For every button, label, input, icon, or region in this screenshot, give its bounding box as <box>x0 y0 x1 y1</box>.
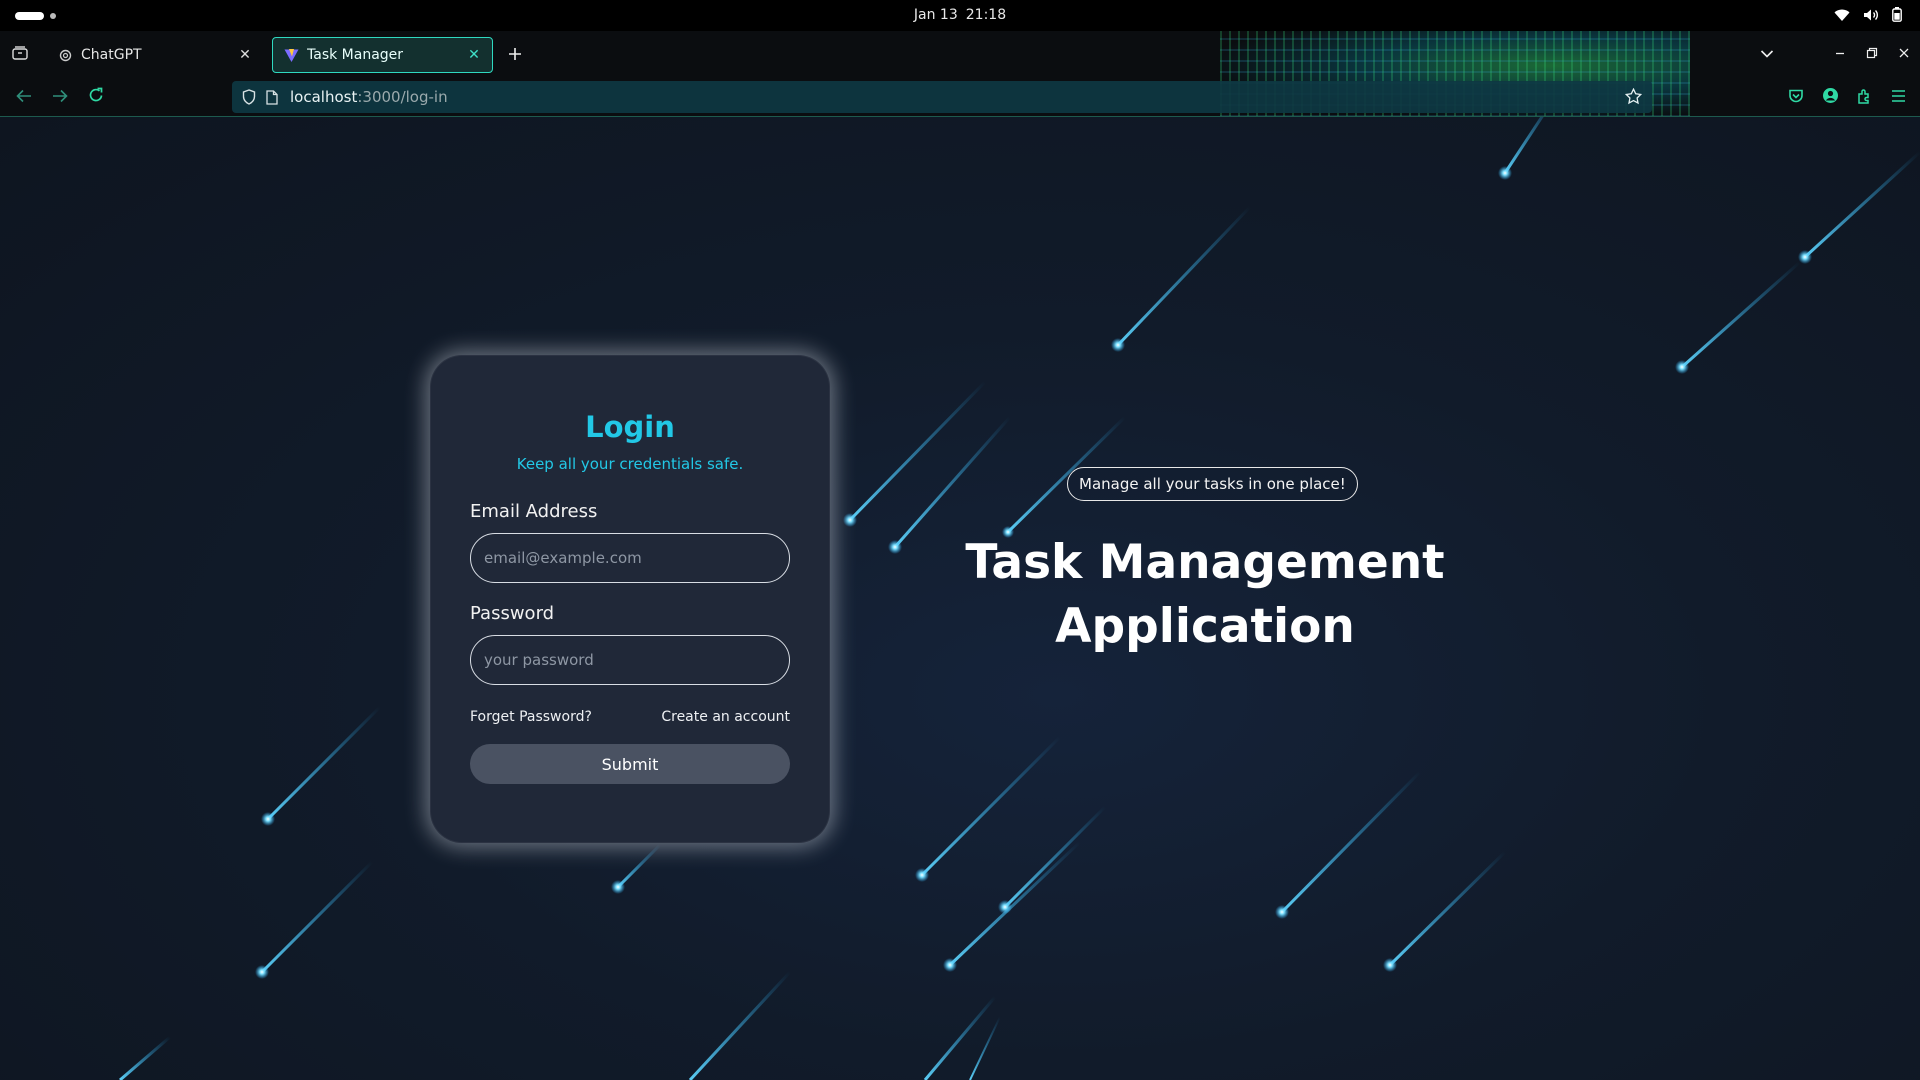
hero-title: Task Management Application <box>965 535 1445 654</box>
email-label: Email Address <box>470 501 598 522</box>
reload-button[interactable] <box>86 87 106 107</box>
forget-password-link[interactable]: Forget Password? <box>470 709 592 725</box>
tabs-folder-icon <box>12 45 28 64</box>
close-icon[interactable]: ✕ <box>466 47 482 63</box>
account-icon[interactable] <box>1822 87 1839 108</box>
wifi-icon <box>1834 8 1850 22</box>
chevron-down-icon <box>1760 44 1774 63</box>
arrow-left-icon <box>16 88 32 107</box>
address-bar[interactable]: localhost:3000/log-in <box>232 81 1652 113</box>
url-text[interactable]: localhost:3000/log-in <box>290 88 448 106</box>
restore-icon[interactable] <box>1866 44 1878 63</box>
email-input[interactable] <box>470 533 790 583</box>
create-account-link[interactable]: Create an account <box>661 709 790 725</box>
login-subtitle: Keep all your credentials safe. <box>516 455 744 473</box>
page-icon[interactable] <box>266 89 278 105</box>
password-label: Password <box>470 603 555 624</box>
arrow-right-icon <box>52 88 68 107</box>
forward-button[interactable] <box>50 87 70 107</box>
clock-date: Jan 13 <box>913 7 958 23</box>
shield-icon[interactable] <box>242 89 256 105</box>
new-tab-button[interactable] <box>504 44 526 66</box>
tab-strip: ChatGPT ✕ Task Manager ✕ <box>0 31 1920 77</box>
reload-icon <box>88 87 104 107</box>
battery-icon <box>1892 7 1902 22</box>
page-viewport: Login Keep all your credentials safe. Em… <box>0 117 1920 1080</box>
close-icon[interactable]: ✕ <box>237 47 253 63</box>
toolbar-actions <box>1788 87 1906 108</box>
login-title: Login <box>585 410 675 444</box>
clock-time: 21:18 <box>965 7 1007 23</box>
volume-icon <box>1863 8 1879 22</box>
navigation-toolbar: localhost:3000/log-in <box>0 77 1920 117</box>
tab-task-manager[interactable]: Task Manager ✕ <box>272 37 493 73</box>
submit-button[interactable]: Submit <box>470 744 790 784</box>
password-input[interactable] <box>470 635 790 685</box>
close-window-icon[interactable] <box>1898 44 1910 63</box>
url-path: :3000/log-in <box>357 88 448 106</box>
window-controls <box>1834 44 1910 63</box>
clock[interactable]: Jan 13 21:18 <box>0 7 1920 23</box>
back-button[interactable] <box>14 87 34 107</box>
tab-chatgpt[interactable]: ChatGPT ✕ <box>47 37 263 73</box>
pocket-icon[interactable] <box>1788 88 1804 108</box>
login-card: Login Keep all your credentials safe. Em… <box>430 355 830 843</box>
tab-title: Task Manager <box>307 47 404 63</box>
openai-icon <box>57 47 73 63</box>
bookmark-star-icon[interactable] <box>1624 87 1643 109</box>
tab-list-button[interactable] <box>9 43 31 65</box>
url-host: localhost <box>290 88 358 106</box>
hero-tagline-badge: Manage all your tasks in one place! <box>1067 467 1358 501</box>
plus-icon <box>508 46 522 65</box>
list-all-tabs-button[interactable] <box>1760 44 1774 63</box>
os-top-bar: Jan 13 21:18 <box>0 0 1920 31</box>
system-tray[interactable] <box>1834 7 1902 22</box>
extensions-icon[interactable] <box>1857 88 1873 108</box>
hamburger-menu-icon[interactable] <box>1891 88 1906 107</box>
tab-title: ChatGPT <box>81 47 142 63</box>
vite-icon <box>283 47 299 63</box>
minimize-icon[interactable] <box>1834 44 1846 63</box>
browser-chrome: ChatGPT ✕ Task Manager ✕ localhost:3000/… <box>0 31 1920 117</box>
